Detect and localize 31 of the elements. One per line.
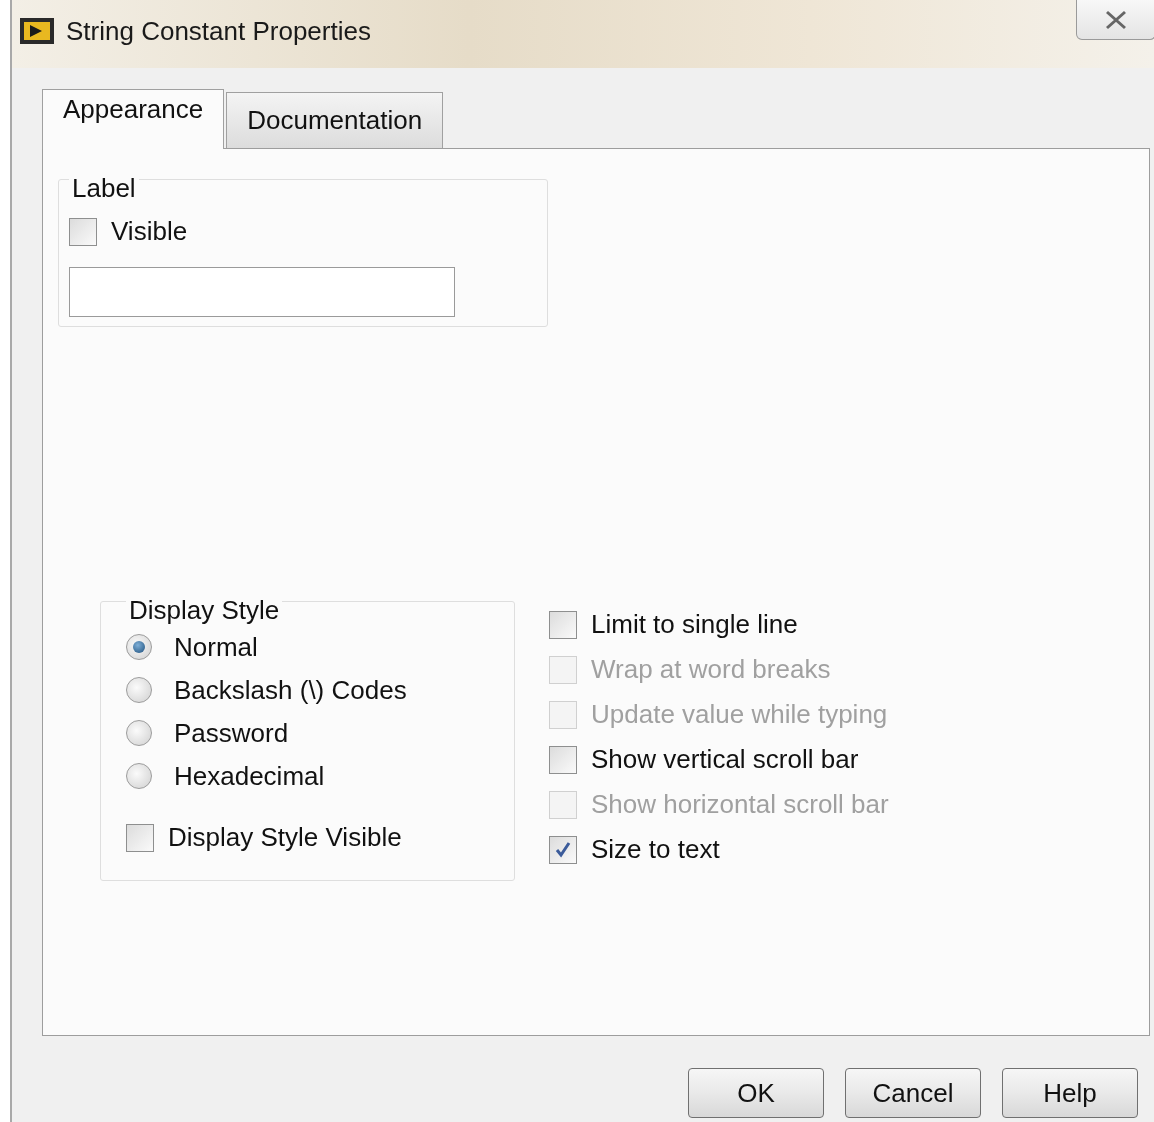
radio-button[interactable]	[126, 634, 152, 660]
dialog-button[interactable]: Help	[1002, 1068, 1138, 1118]
tab[interactable]: Appearance	[42, 89, 225, 149]
checkbox[interactable]	[126, 823, 154, 852]
checkbox-label: Limit to single line	[591, 608, 798, 641]
checkbox-label: Show horizontal scroll bar	[591, 788, 889, 821]
checkbox[interactable]	[549, 610, 577, 639]
checkbox-label: Display Style Visible	[168, 821, 402, 854]
checkbox-label: Update value while typing	[591, 698, 888, 731]
close-button[interactable]	[1076, 0, 1154, 40]
checkbox-label: Size to text	[591, 833, 720, 866]
radio-label: Normal	[174, 631, 258, 664]
checkbox[interactable]	[549, 835, 577, 864]
checkbox[interactable]	[549, 745, 577, 774]
dialog-button[interactable]: OK	[688, 1068, 824, 1118]
tab[interactable]: Documentation	[226, 92, 444, 148]
radio-label: Backslash (\) Codes	[174, 674, 407, 707]
radio-label: Password	[174, 717, 289, 750]
label-input-field[interactable]	[69, 267, 455, 317]
checkbox-label: Show vertical scroll bar	[591, 743, 859, 776]
radio-button[interactable]	[126, 720, 152, 746]
dialog-button[interactable]: Cancel	[845, 1068, 981, 1118]
checkbox-label: Visible	[111, 215, 188, 248]
radio-button[interactable]	[126, 677, 152, 703]
app-icon	[18, 16, 56, 46]
checkbox[interactable]	[69, 217, 97, 246]
radio-button[interactable]	[126, 763, 152, 789]
checkbox-label: Wrap at word breaks	[591, 653, 831, 686]
close-icon	[1103, 8, 1129, 31]
window-title: String Constant Properties	[66, 14, 371, 48]
radio-label: Hexadecimal	[174, 760, 325, 793]
